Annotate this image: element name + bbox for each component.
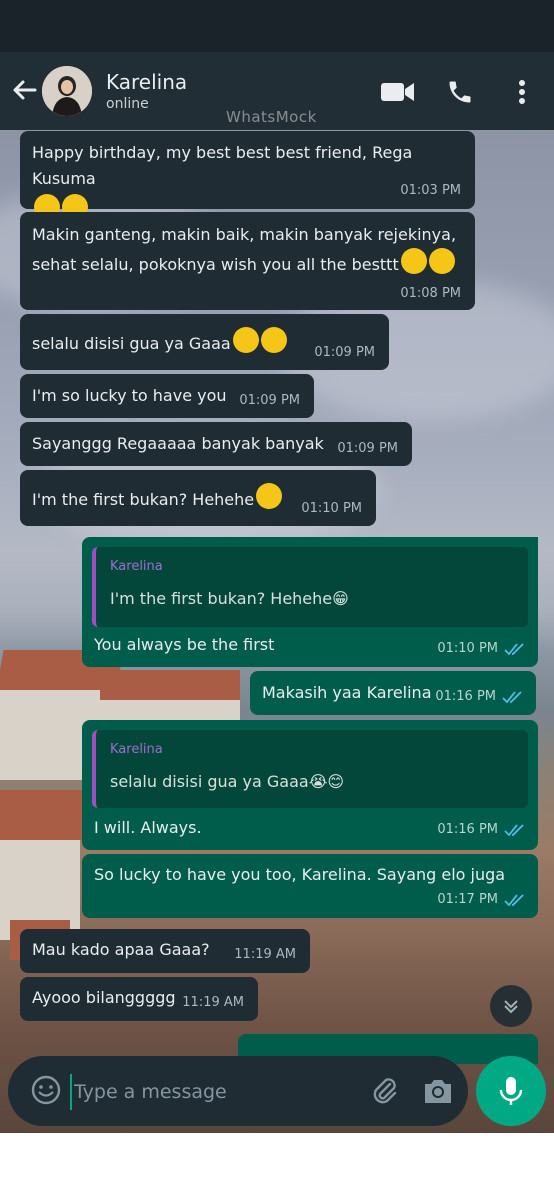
crying-emoji-icon (232, 327, 259, 353)
message-time: 01:16 PM (435, 689, 496, 704)
navigation-bar-area (0, 1133, 554, 1200)
back-arrow-icon[interactable] (10, 76, 38, 104)
chevron-down-icon (504, 1000, 518, 1014)
camera-icon[interactable] (422, 1076, 454, 1106)
message-time-wrap: 01:17 PM (437, 892, 526, 907)
message-time: 01:09 PM (239, 393, 300, 408)
watermark: WhatsMock (226, 108, 317, 126)
emoji-icon[interactable] (30, 1074, 62, 1106)
quoted-message[interactable]: Karelina I'm the first bukan? Hehehe😁 (92, 547, 528, 627)
message-incoming[interactable]: Makin ganteng, makin baik, makin banyak … (20, 212, 475, 310)
quoted-message[interactable]: Karelina selalu disisi gua ya Gaaa😭😊 (92, 730, 528, 808)
message-incoming[interactable]: selalu disisi gua ya Gaaa 01:09 PM (20, 314, 389, 370)
message-text: I'm so lucky to have you (32, 386, 227, 405)
smiling-emoji-icon (428, 248, 455, 274)
message-text: I will. Always. (94, 818, 202, 837)
message-outgoing-reply[interactable]: Karelina selalu disisi gua ya Gaaa😭😊 I w… (82, 720, 538, 850)
read-ticks-icon (504, 642, 524, 655)
message-time-wrap: 01:16 PM (435, 689, 524, 704)
video-call-icon[interactable] (380, 74, 416, 110)
quoted-author: Karelina (110, 742, 163, 757)
attach-icon[interactable] (368, 1074, 400, 1106)
message-text: Mau kado apaa Gaaa? (32, 940, 210, 959)
message-text: Makasih yaa Karelina (262, 683, 432, 702)
message-text: selalu disisi gua ya Gaaa (32, 334, 231, 353)
message-time: 11:19 AM (182, 995, 244, 1010)
message-incoming[interactable]: Sayanggg Regaaaaa banyak banyak 01:09 PM (20, 422, 412, 466)
whatsapp-chat-screen: Karelina online WhatsMock Happy birthday… (0, 0, 554, 1200)
phone-call-icon[interactable] (442, 74, 478, 110)
smiling-emoji-icon (260, 327, 287, 353)
message-incoming[interactable]: Happy birthday, my best best best friend… (20, 131, 475, 220)
message-incoming[interactable]: I'm so lucky to have you 01:09 PM (20, 374, 314, 418)
scroll-to-bottom-button[interactable] (490, 985, 532, 1027)
message-time-wrap: 01:16 PM (437, 822, 526, 837)
message-text: Happy birthday, my best best best friend… (32, 143, 413, 188)
avatar[interactable] (42, 66, 92, 116)
message-time: 01:16 PM (437, 822, 498, 837)
message-time: 01:10 PM (301, 501, 362, 516)
message-outgoing-reply[interactable]: Karelina I'm the first bukan? Hehehe😁 Yo… (82, 537, 538, 667)
more-options-icon[interactable] (504, 74, 540, 110)
message-incoming[interactable]: I'm the first bukan? Hehehe 01:10 PM (20, 470, 376, 526)
read-ticks-icon (502, 690, 522, 703)
message-time: 01:17 PM (437, 892, 498, 907)
message-time: 01:10 PM (437, 641, 498, 656)
message-incoming[interactable]: Ayooo bilanggggg 11:19 AM (20, 977, 258, 1021)
message-time: 11:19 AM (234, 947, 296, 962)
read-ticks-icon (504, 823, 524, 836)
message-input[interactable] (70, 1074, 360, 1110)
status-bar (0, 0, 554, 52)
message-text: Ayooo bilanggggg (32, 988, 176, 1007)
quoted-author: Karelina (110, 559, 163, 574)
read-ticks-icon (504, 893, 524, 906)
contact-name: Karelina (106, 70, 188, 94)
message-text: I'm the first bukan? Hehehe (32, 490, 255, 509)
grinning-emoji-icon (256, 483, 283, 509)
message-text: So lucky to have you too, Karelina. Saya… (94, 865, 506, 884)
message-time: 01:09 PM (314, 345, 375, 360)
contact-status: online (106, 96, 149, 112)
message-time: 01:08 PM (400, 286, 461, 301)
message-incoming[interactable]: Mau kado apaa Gaaa? 11:19 AM (20, 929, 310, 973)
message-text: You always be the first (94, 635, 275, 654)
message-text: Sayanggg Regaaaaa banyak banyak (32, 434, 324, 453)
mic-icon (499, 1077, 523, 1105)
message-composer (8, 1056, 468, 1126)
message-outgoing[interactable]: Makasih yaa Karelina 01:16 PM (250, 671, 536, 715)
message-time: 01:03 PM (400, 183, 461, 198)
mic-button[interactable] (476, 1056, 546, 1126)
contact-title-block[interactable]: Karelina online (106, 70, 187, 114)
quoted-text: I'm the first bukan? Hehehe😁 (110, 589, 349, 608)
message-text: Makin ganteng, makin baik, makin banyak … (32, 225, 457, 274)
quoted-text: selalu disisi gua ya Gaaa😭😊 (110, 772, 345, 791)
message-time-wrap: 01:10 PM (437, 641, 526, 656)
message-time: 01:09 PM (337, 441, 398, 456)
message-outgoing[interactable]: So lucky to have you too, Karelina. Saya… (82, 854, 538, 918)
smiling-emoji-icon (400, 248, 427, 274)
